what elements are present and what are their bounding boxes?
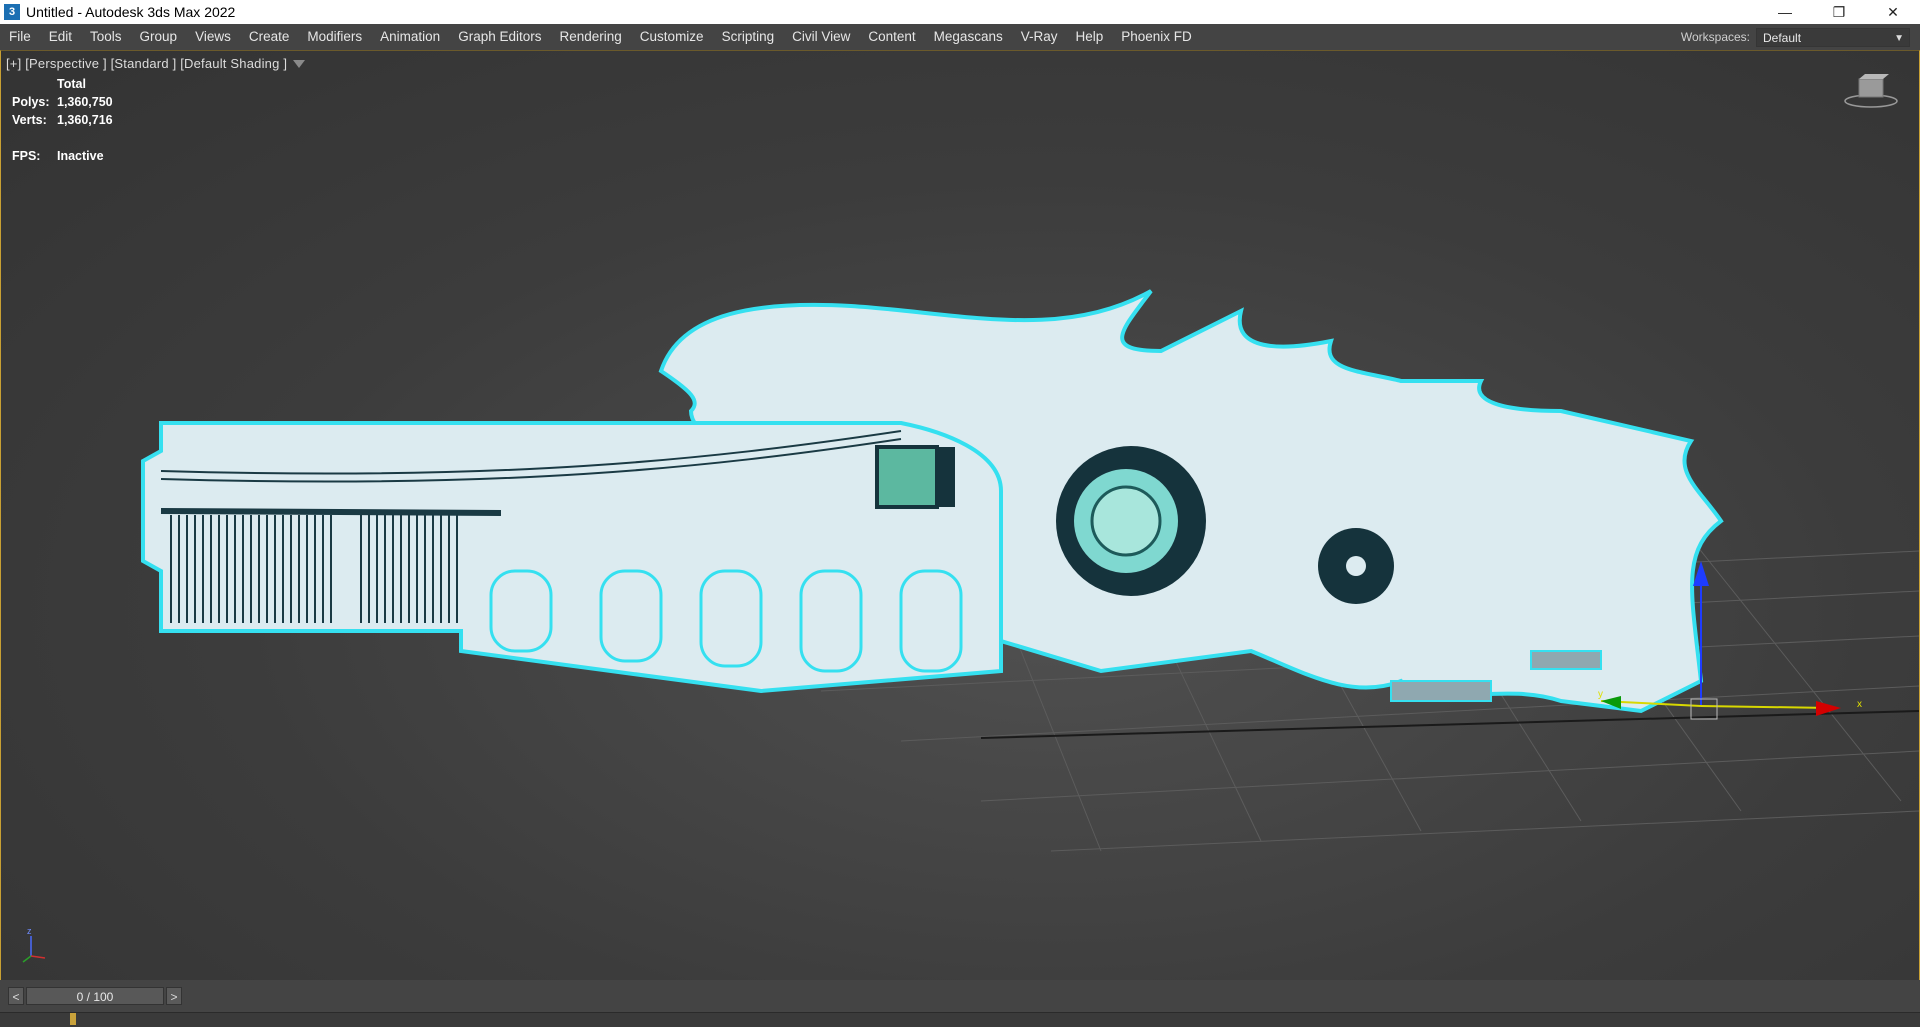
perspective-viewport[interactable]: [+] [Perspective ] [Standard ] [Default … <box>0 50 1920 981</box>
workspaces-value: Default <box>1763 30 1802 45</box>
app-logo-icon: 3 <box>4 4 20 20</box>
workspaces-dropdown[interactable]: Default ▼ <box>1756 27 1910 47</box>
workspaces-label: Workspaces: <box>1680 30 1750 44</box>
menu-vray[interactable]: V-Ray <box>1012 24 1067 50</box>
menu-animation[interactable]: Animation <box>371 24 449 50</box>
next-frame-button[interactable]: > <box>166 987 182 1005</box>
menu-create[interactable]: Create <box>240 24 299 50</box>
minimize-button[interactable]: — <box>1758 0 1812 24</box>
workspaces-control: Workspaces: Default ▼ <box>1681 27 1910 47</box>
gizmo-labels: y x <box>1598 689 1862 710</box>
current-frame-marker[interactable] <box>70 1013 76 1025</box>
track-bar[interactable] <box>0 1012 1920 1027</box>
time-slider[interactable]: < 0 / 100 > <box>8 986 182 1006</box>
restore-button[interactable]: ❐ <box>1812 0 1866 24</box>
title-bar: 3 Untitled - Autodesk 3ds Max 2022 — ❐ ✕ <box>0 0 1920 24</box>
menu-content[interactable]: Content <box>859 24 924 50</box>
menu-tools[interactable]: Tools <box>81 24 131 50</box>
menu-views[interactable]: Views <box>186 24 240 50</box>
timeline-panel: < 0 / 100 > <box>0 980 1920 1027</box>
menu-graph-editors[interactable]: Graph Editors <box>449 24 550 50</box>
window-title: Untitled - Autodesk 3ds Max 2022 <box>26 4 236 20</box>
menu-modifiers[interactable]: Modifiers <box>298 24 371 50</box>
menu-megascans[interactable]: Megascans <box>925 24 1012 50</box>
window-controls: — ❐ ✕ <box>1758 0 1920 24</box>
chevron-down-icon: ▼ <box>1894 32 1904 44</box>
menu-civil-view[interactable]: Civil View <box>783 24 859 50</box>
gizmo-y-label: y <box>1598 689 1603 700</box>
menu-customize[interactable]: Customize <box>631 24 713 50</box>
menu-edit[interactable]: Edit <box>40 24 81 50</box>
frame-counter[interactable]: 0 / 100 <box>26 987 164 1005</box>
menu-bar: File Edit Tools Group Views Create Modif… <box>0 24 1920 50</box>
menu-file[interactable]: File <box>0 24 40 50</box>
menu-help[interactable]: Help <box>1066 24 1112 50</box>
gizmo-x-label: x <box>1857 699 1862 710</box>
menu-scripting[interactable]: Scripting <box>713 24 784 50</box>
menu-rendering[interactable]: Rendering <box>551 24 631 50</box>
prev-frame-button[interactable]: < <box>8 987 24 1005</box>
menu-group[interactable]: Group <box>131 24 187 50</box>
menu-phoenix-fd[interactable]: Phoenix FD <box>1112 24 1201 50</box>
close-button[interactable]: ✕ <box>1866 0 1920 24</box>
